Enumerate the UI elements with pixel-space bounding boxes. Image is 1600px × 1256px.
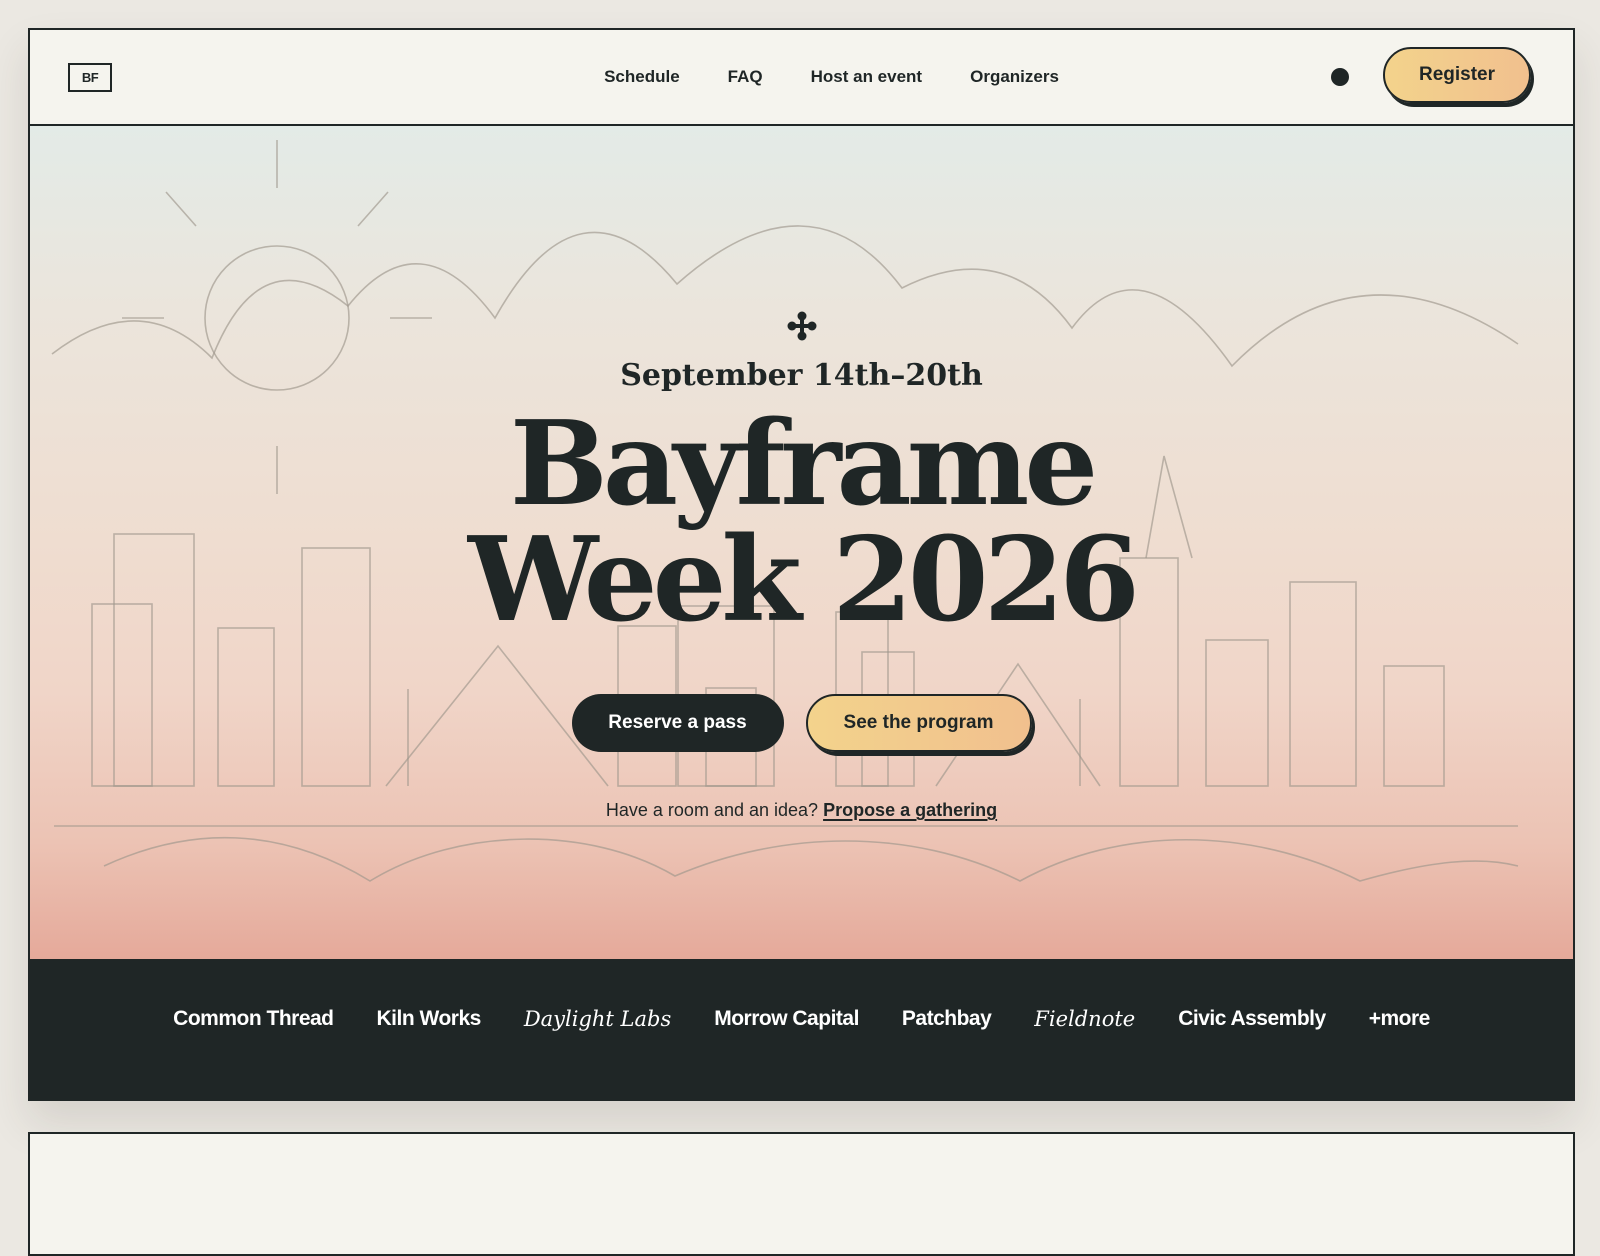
- nav-link-host-an-event[interactable]: Host an event: [811, 67, 922, 87]
- sponsor-civic-assembly[interactable]: Civic Assembly: [1178, 1007, 1326, 1031]
- propose-prefix: Have a room and an idea?: [605, 800, 819, 820]
- next-section-card: [28, 1132, 1575, 1256]
- theme-toggle-circle-icon[interactable]: [1331, 68, 1349, 86]
- propose-gathering-link[interactable]: Propose a gathering: [823, 800, 997, 820]
- sponsor-daylight-labs[interactable]: Daylight Labs: [524, 1007, 671, 1031]
- sparkle-icon: [787, 311, 817, 341]
- sponsor-fieldnote[interactable]: Fieldnote: [1034, 1007, 1135, 1031]
- nav-link-schedule[interactable]: Schedule: [604, 67, 680, 87]
- nav-link-organizers[interactable]: Organizers: [970, 67, 1059, 87]
- sponsor-common-thread[interactable]: Common Thread: [173, 1007, 334, 1031]
- sponsor-kiln-works[interactable]: Kiln Works: [377, 1007, 482, 1031]
- propose-line: Have a room and an idea? Propose a gathe…: [30, 800, 1573, 821]
- see-program-button[interactable]: See the program: [805, 694, 1032, 752]
- sponsor-morrow-capital[interactable]: Morrow Capital: [714, 1007, 859, 1031]
- sponsor-more-link[interactable]: +more: [1369, 1007, 1431, 1031]
- register-button[interactable]: Register: [1383, 47, 1531, 103]
- top-navbar: BF Schedule FAQ Host an event Organizers…: [30, 30, 1573, 126]
- sponsor-strip: Common Thread Kiln Works Daylight Labs M…: [30, 959, 1573, 1099]
- reserve-pass-button[interactable]: Reserve a pass: [571, 694, 784, 752]
- wave-line: [103, 836, 1519, 882]
- title-line-2: Week 2026: [467, 512, 1140, 648]
- event-dates: September 14th–20th: [620, 358, 983, 393]
- page-title: Bayframe Week 2026: [30, 406, 1573, 638]
- hero-card: BF Schedule FAQ Host an event Organizers…: [28, 28, 1575, 1101]
- hero-section: September 14th–20th Bayframe Week 2026 R…: [30, 126, 1573, 959]
- cloud-line: [51, 225, 1519, 368]
- sponsor-patchbay[interactable]: Patchbay: [902, 1007, 992, 1031]
- cta-row: Reserve a pass See the program: [30, 694, 1573, 752]
- title-line-1: Bayframe: [509, 396, 1098, 532]
- nav-link-faq[interactable]: FAQ: [728, 67, 763, 87]
